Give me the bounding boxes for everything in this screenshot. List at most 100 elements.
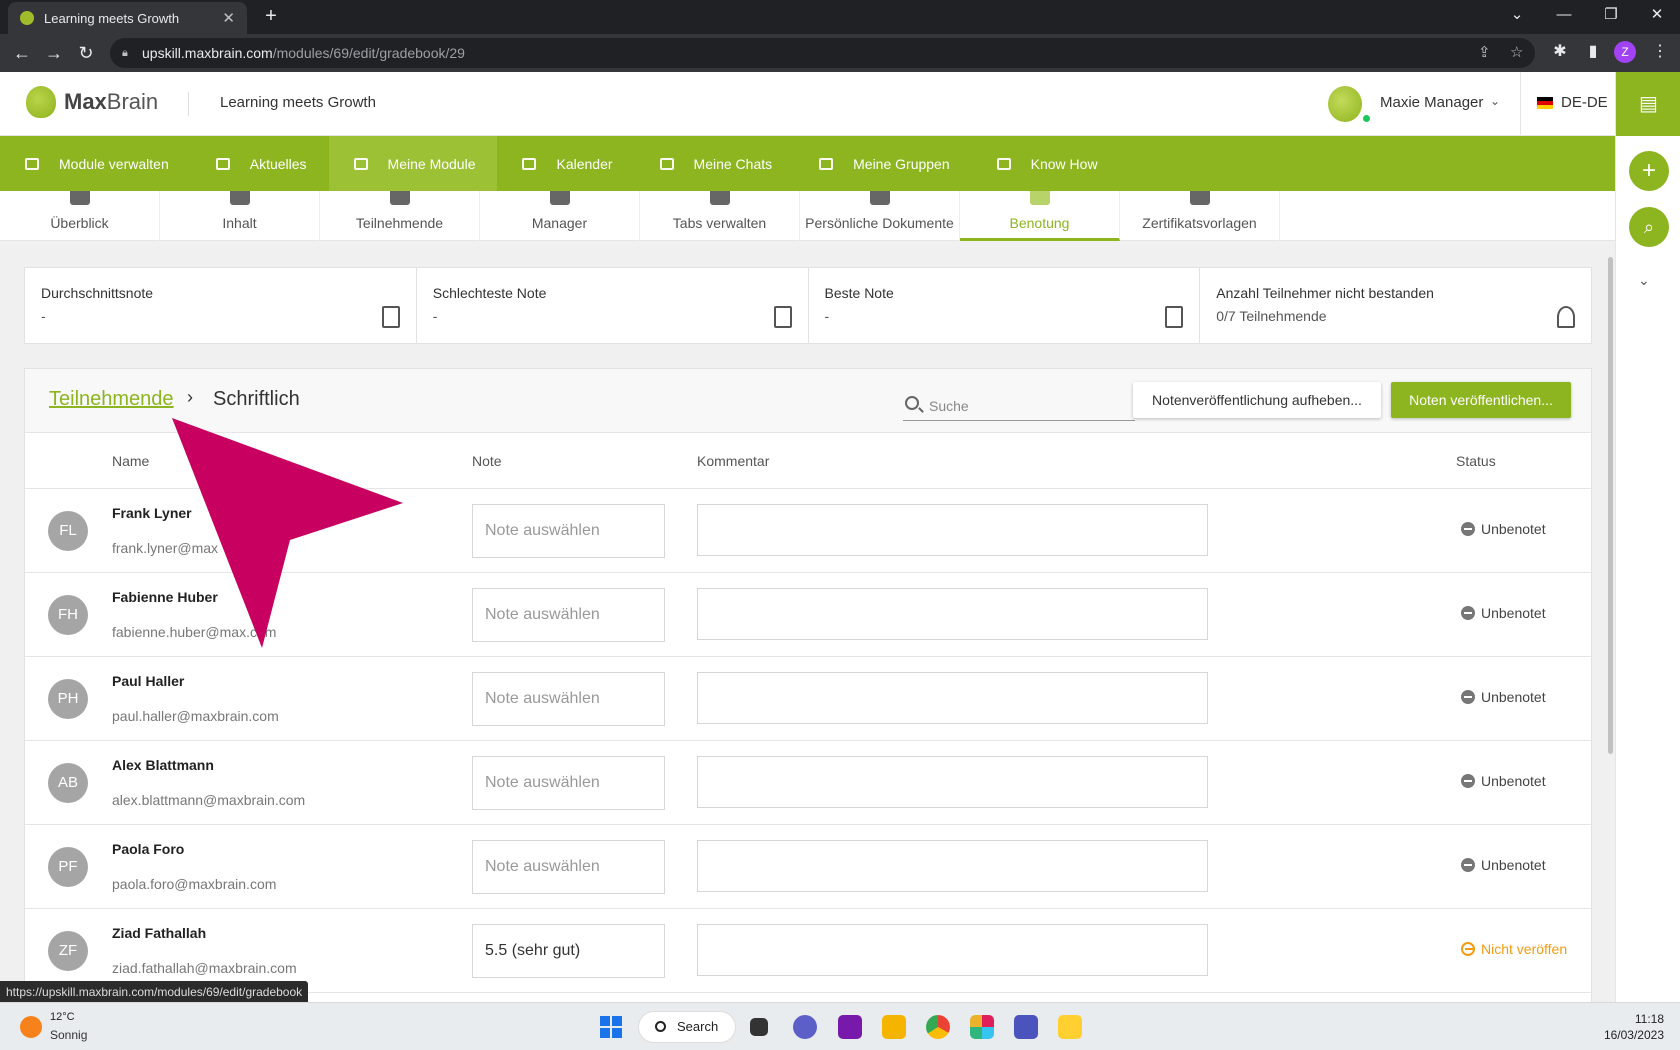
- miro-icon[interactable]: [1058, 1015, 1082, 1039]
- nav-module-verwalten[interactable]: Module verwalten: [0, 136, 191, 191]
- forward-icon[interactable]: →: [40, 40, 68, 66]
- teams-chat-icon[interactable]: [793, 1015, 817, 1039]
- search-button[interactable]: ⌕: [1629, 207, 1669, 247]
- user-menu-chevron-icon[interactable]: ⌄: [1490, 94, 1500, 108]
- tab-ueberblick[interactable]: Überblick: [0, 191, 160, 241]
- comment-input[interactable]: [697, 840, 1208, 892]
- grade-select[interactable]: Note auswählen: [472, 504, 665, 558]
- expand-chevron-icon[interactable]: ⌄: [1638, 272, 1650, 289]
- table-row: PH Paul Haller paul.haller@maxbrain.com …: [25, 657, 1591, 741]
- address-bar[interactable]: 🔒︎ upskill.maxbrain.com/modules/69/edit/…: [110, 38, 1535, 68]
- browser-menu-icon[interactable]: ⋮: [1648, 40, 1672, 64]
- breadcrumb-teilnehmende[interactable]: Teilnehmende: [49, 388, 174, 411]
- status-badge: Unbenotet: [1461, 689, 1571, 705]
- chat-bubble-icon: ▤: [1639, 93, 1658, 115]
- comment-input[interactable]: [697, 756, 1208, 808]
- search-box[interactable]: [903, 393, 1135, 421]
- grade-select[interactable]: Note auswählen: [472, 840, 665, 894]
- maximize-icon[interactable]: ❐: [1588, 0, 1634, 34]
- grade-select[interactable]: Note auswählen: [472, 588, 665, 642]
- avatar: AB: [48, 763, 88, 803]
- publish-grades-button[interactable]: Noten veröffentlichen...: [1391, 382, 1571, 418]
- comment-input[interactable]: [697, 504, 1208, 556]
- table-row: PF Paola Foro paola.foro@maxbrain.com No…: [25, 825, 1591, 909]
- onenote-icon[interactable]: [838, 1015, 862, 1039]
- favicon-icon: [20, 11, 34, 25]
- col-status: Status: [1456, 453, 1496, 469]
- stat-best: Beste Note -: [809, 268, 1201, 343]
- nav-meine-module[interactable]: Meine Module: [328, 136, 498, 191]
- online-indicator: [1362, 114, 1371, 123]
- slack-icon[interactable]: [970, 1015, 994, 1039]
- nav-aktuelles[interactable]: Aktuelles: [191, 136, 329, 191]
- tab-tabs-verwalten[interactable]: Tabs verwalten: [640, 191, 800, 241]
- add-button[interactable]: +: [1629, 151, 1669, 191]
- tagline: Learning meets Growth: [220, 94, 376, 111]
- avatar: PH: [48, 679, 88, 719]
- user-name[interactable]: Maxie Manager: [1380, 94, 1483, 111]
- plus-icon: +: [1641, 157, 1656, 184]
- language-selector[interactable]: DE-DE: [1561, 94, 1608, 111]
- grade-stats: Durchschnittsnote - Schlechteste Note - …: [24, 267, 1592, 344]
- back-icon[interactable]: ←: [8, 40, 36, 66]
- tabs-icon: [710, 191, 730, 205]
- task-view-icon[interactable]: [750, 1018, 768, 1036]
- search-input[interactable]: [929, 393, 1129, 419]
- graduation-cap-icon: [1557, 306, 1575, 328]
- browser-tab[interactable]: Learning meets Growth ✕: [8, 2, 247, 34]
- ungraded-icon: [1461, 606, 1475, 620]
- main-navigation: Module verwalten Aktuelles Meine Module …: [0, 136, 1615, 191]
- search-icon: [655, 1021, 666, 1032]
- search-icon: [905, 396, 919, 410]
- windows-start-icon[interactable]: [600, 1016, 622, 1038]
- nav-meine-chats[interactable]: Meine Chats: [635, 136, 795, 191]
- tab-persoenliche-dokumente[interactable]: Persönliche Dokumente: [800, 191, 960, 241]
- avatar: PF: [48, 847, 88, 887]
- status-badge: Unbenotet: [1461, 857, 1571, 873]
- tab-benotung[interactable]: Benotung: [960, 191, 1120, 241]
- nav-meine-gruppen[interactable]: Meine Gruppen: [794, 136, 972, 191]
- page-scrollbar-thumb[interactable]: [1608, 257, 1613, 754]
- participant-email: fabienne.huber@max.com: [112, 624, 277, 640]
- avatar: FH: [48, 595, 88, 635]
- grade-select[interactable]: Note auswählen: [472, 672, 665, 726]
- comment-input[interactable]: [697, 672, 1208, 724]
- unpublish-grades-button[interactable]: Notenveröffentlichung aufheben...: [1133, 382, 1381, 418]
- bookmark-star-icon[interactable]: ☆: [1510, 38, 1523, 68]
- extensions-puzzle-icon[interactable]: ✱: [1548, 40, 1572, 64]
- tab-teilnehmende[interactable]: Teilnehmende: [320, 191, 480, 241]
- tab-manager[interactable]: Manager: [480, 191, 640, 241]
- maxbrain-logo[interactable]: MaxBrain: [26, 86, 158, 118]
- participant-email: alex.blattmann@maxbrain.com: [112, 792, 306, 808]
- minimize-icon[interactable]: —: [1541, 0, 1587, 34]
- file-explorer-icon[interactable]: [882, 1015, 906, 1039]
- sun-weather-icon[interactable]: [20, 1016, 42, 1038]
- profile-avatar[interactable]: Z: [1614, 41, 1636, 63]
- share-icon[interactable]: ⇪: [1478, 38, 1491, 68]
- side-panel-icon[interactable]: ▮: [1581, 40, 1605, 64]
- grade-select[interactable]: Note auswählen: [472, 756, 665, 810]
- user-avatar[interactable]: [1328, 86, 1362, 122]
- chat-button[interactable]: ▤: [1616, 72, 1680, 136]
- status-badge: Nicht veröffen: [1461, 941, 1571, 957]
- tab-zertifikatsvorlagen[interactable]: Zertifikatsvorlagen: [1120, 191, 1280, 241]
- table-header: Name Note Kommentar Status: [25, 433, 1591, 489]
- teams-icon[interactable]: [1014, 1015, 1038, 1039]
- tab-search-chevron-icon[interactable]: ⌄: [1494, 0, 1540, 34]
- nav-know-how[interactable]: Know How: [972, 136, 1120, 191]
- tab-inhalt[interactable]: Inhalt: [160, 191, 320, 241]
- group-folder-icon: [819, 157, 834, 170]
- tab-title: Learning meets Growth: [44, 10, 180, 26]
- comment-input[interactable]: [697, 924, 1208, 976]
- grade-select[interactable]: 5.5 (sehr gut): [472, 924, 665, 978]
- new-tab-button[interactable]: +: [258, 4, 284, 30]
- comment-input[interactable]: [697, 588, 1208, 640]
- taskbar-search[interactable]: Search: [638, 1011, 736, 1043]
- participant-email: ziad.fathallah@maxbrain.com: [112, 960, 297, 976]
- close-tab-icon[interactable]: ✕: [222, 9, 235, 27]
- header-divider-2: [1520, 72, 1521, 136]
- chrome-icon[interactable]: [926, 1015, 950, 1039]
- reload-icon[interactable]: ↻: [72, 40, 100, 66]
- close-window-icon[interactable]: ✕: [1634, 0, 1680, 34]
- nav-kalender[interactable]: Kalender: [497, 136, 634, 191]
